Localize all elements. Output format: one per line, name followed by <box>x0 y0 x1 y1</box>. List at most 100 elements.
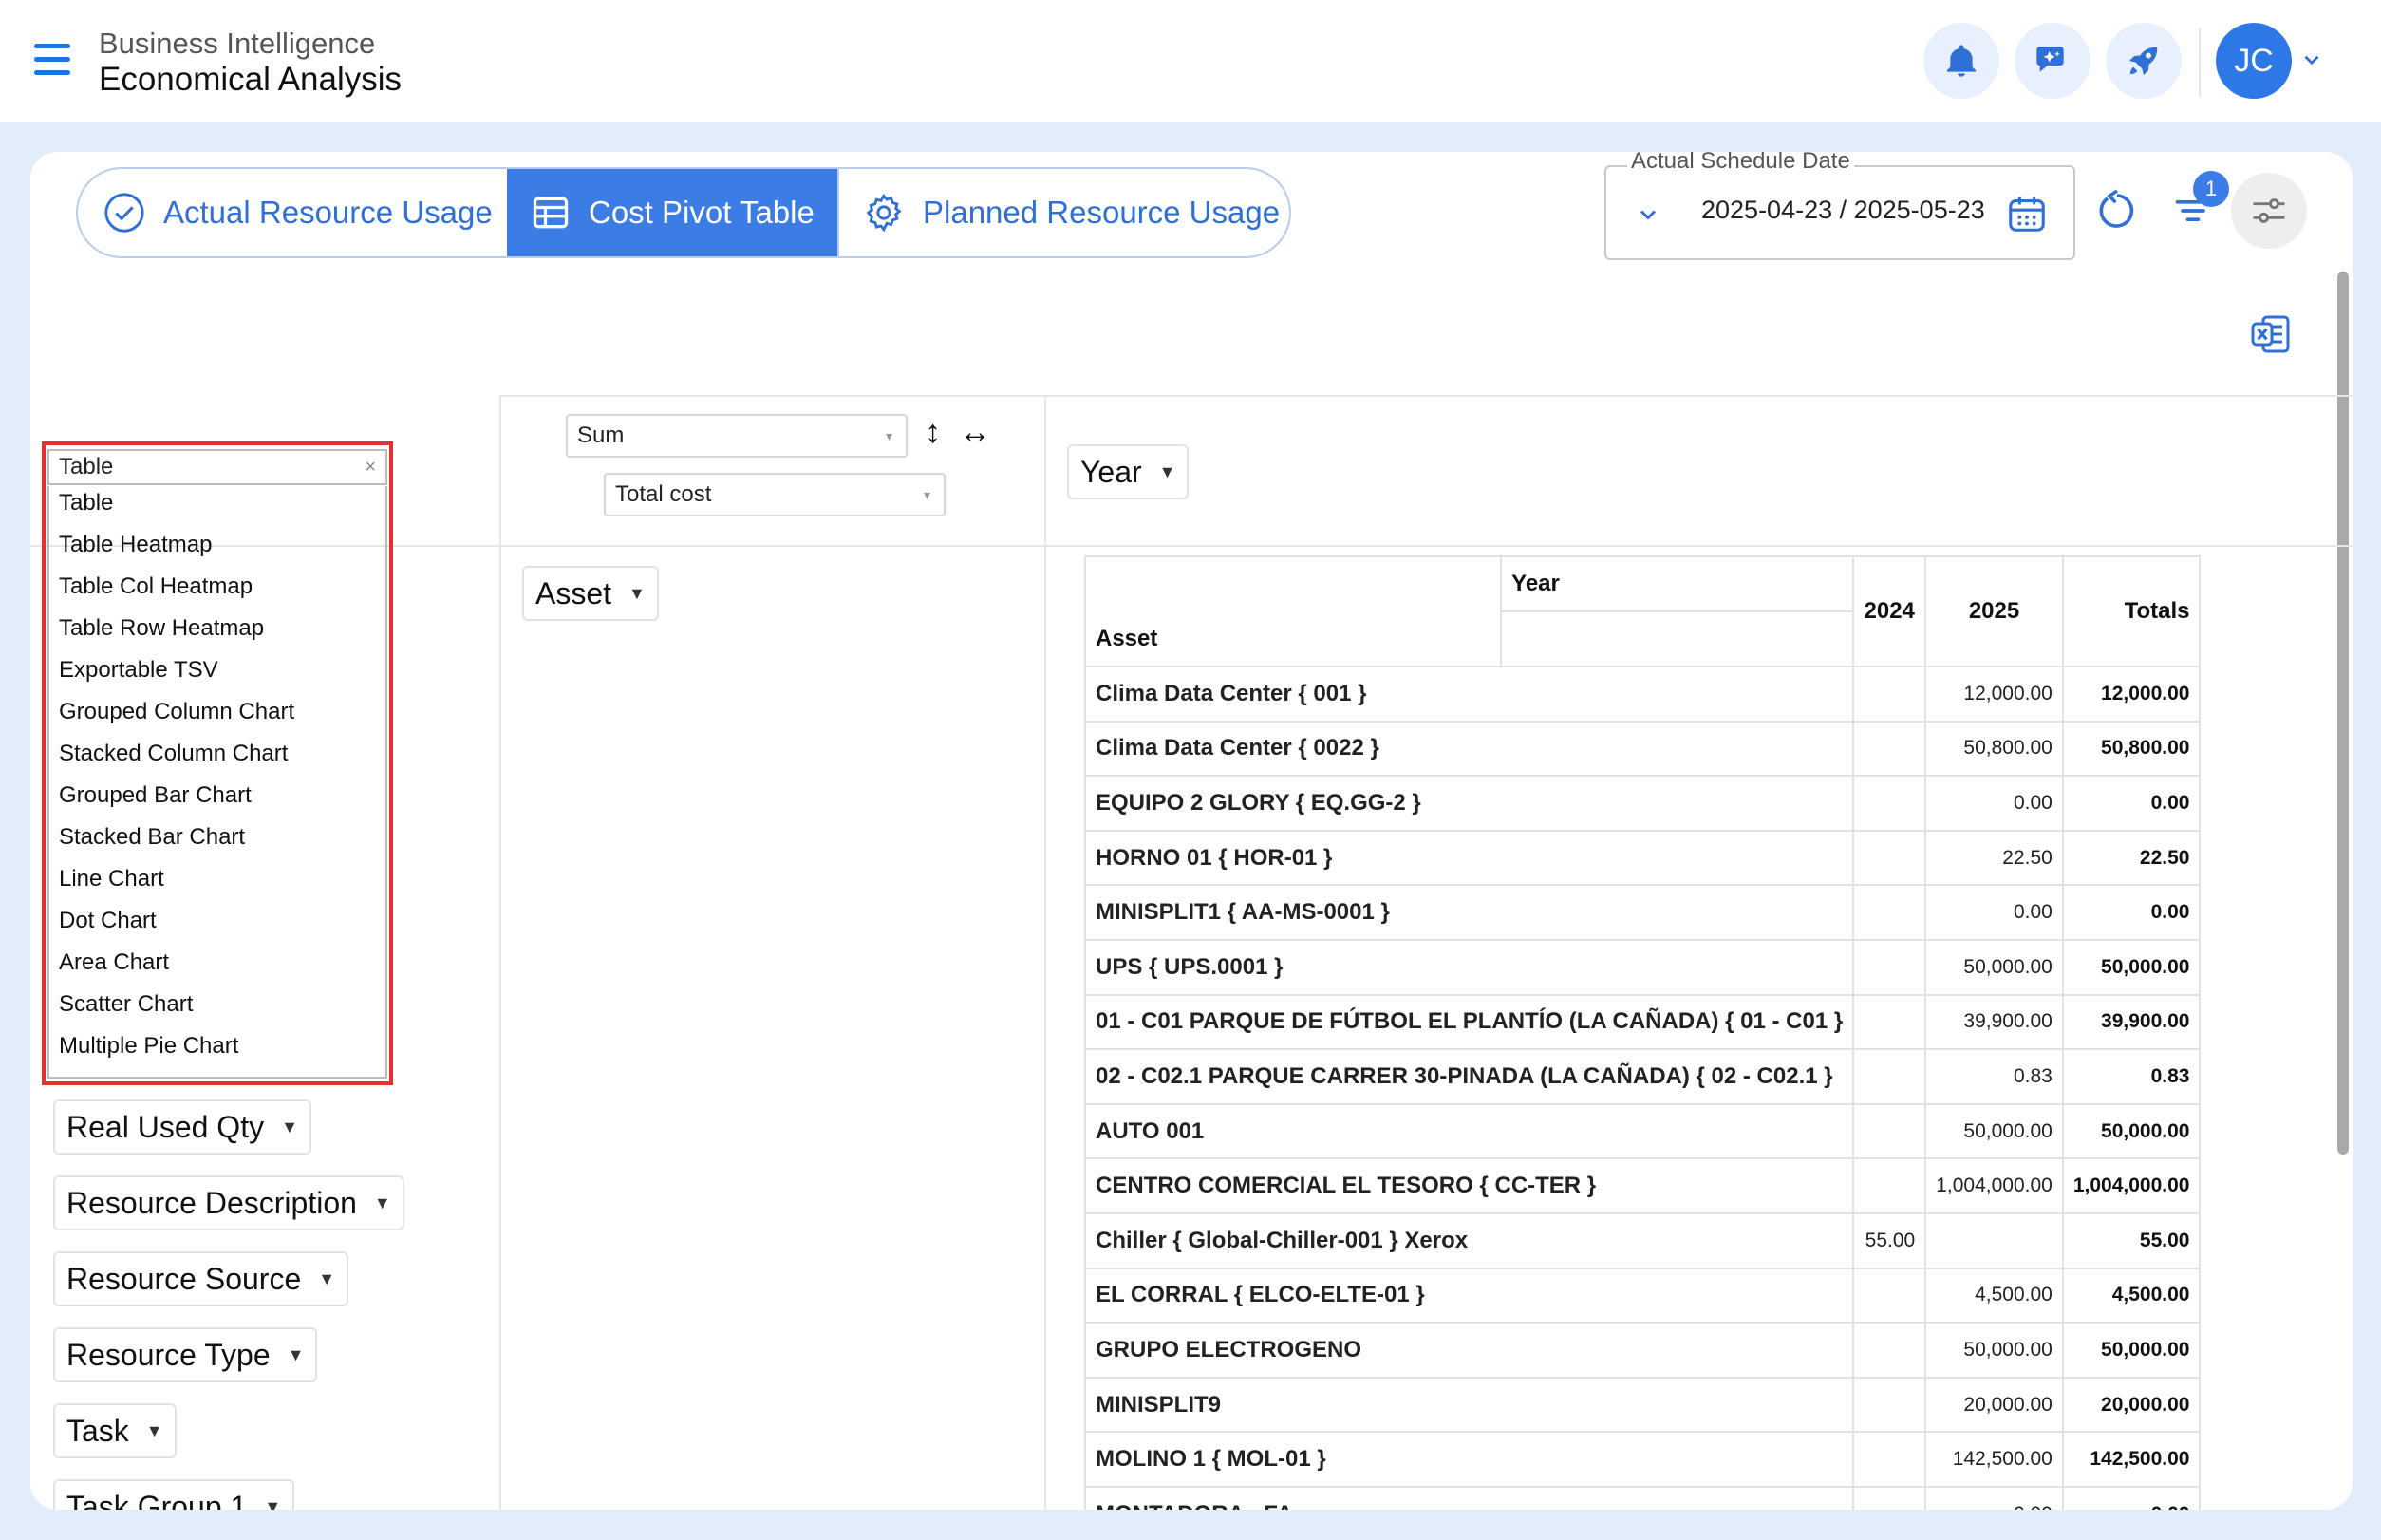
toolbar-divider <box>2199 28 2201 97</box>
row-attribute-asset[interactable]: Asset ▼ <box>522 566 659 621</box>
row-label: Clima Data Center { 0022 } <box>1083 720 1855 778</box>
cell-total: 142,500.00 <box>2061 1431 2202 1488</box>
avatar[interactable]: JC <box>2216 23 2292 99</box>
cell-2025: 39,900.00 <box>1924 993 2064 1051</box>
table-row: 01 - C01 PARQUE DE FÚTBOL EL PLANTÍO (LA… <box>1083 993 2202 1051</box>
col-attribute-year[interactable]: Year ▼ <box>1067 444 1190 499</box>
attribute-task-group-1[interactable]: Task Group 1 ▼ <box>53 1479 295 1511</box>
cell-total: 0.83 <box>2061 1048 2202 1105</box>
quick-launch-button[interactable] <box>2106 23 2182 99</box>
cell-total: 55.00 <box>2061 1211 2202 1269</box>
pivot-left-divider <box>499 395 501 1510</box>
renderer-option[interactable]: Grouped Column Chart <box>59 699 294 725</box>
renderer-select[interactable]: Table × <box>47 449 387 485</box>
filter-triangle-icon[interactable]: ▼ <box>146 1421 163 1441</box>
refresh-icon[interactable] <box>2094 188 2140 234</box>
aggregator-select[interactable]: Sum ▾ <box>566 414 908 458</box>
renderer-option[interactable]: Table Row Heatmap <box>59 615 264 642</box>
table-row: MINISPLIT9 20,000.00 20,000.00 <box>1083 1376 2202 1434</box>
renderer-option[interactable]: Table Heatmap <box>59 532 212 558</box>
rocket-icon <box>2129 47 2158 75</box>
filter-triangle-icon[interactable]: ▼ <box>628 584 646 604</box>
filter-triangle-icon[interactable]: ▼ <box>374 1193 391 1213</box>
aggregator-value: Sum <box>577 423 625 448</box>
page-title: Economical Analysis <box>99 61 403 98</box>
tab-actual-resource-usage[interactable]: Actual Resource Usage <box>78 169 507 256</box>
cell-2025: 12,000.00 <box>1924 666 2064 723</box>
renderer-option[interactable]: Table Col Heatmap <box>59 573 253 600</box>
notifications-button[interactable] <box>1923 23 1999 99</box>
pill-label: Task <box>66 1413 129 1448</box>
ai-chat-button[interactable] <box>2015 23 2090 99</box>
table-row: HORNO 01 { HOR-01 } 22.50 22.50 <box>1083 829 2202 887</box>
cell-total: 50,800.00 <box>2061 720 2202 778</box>
row-label: MOLINO 1 { MOL-01 } <box>1083 1431 1855 1488</box>
col-order-icon[interactable]: ↔ <box>959 414 991 451</box>
cell-2024 <box>1852 775 1927 832</box>
renderer-option[interactable]: Multiple Pie Chart <box>59 1033 238 1060</box>
empty-header-cell <box>1500 610 1855 667</box>
renderer-option[interactable]: Exportable TSV <box>59 657 218 684</box>
attribute-real-used-qty[interactable]: Real Used Qty ▼ <box>53 1099 311 1155</box>
dropdown-arrow-icon: ▾ <box>885 428 892 443</box>
renderer-option[interactable]: Scatter Chart <box>59 991 193 1018</box>
filter-triangle-icon[interactable]: ▼ <box>288 1345 305 1365</box>
row-label: EQUIPO 2 GLORY { EQ.GG-2 } <box>1083 775 1855 832</box>
pill-label: Resource Source <box>66 1261 302 1296</box>
filter-triangle-icon[interactable]: ▼ <box>281 1117 298 1137</box>
cell-2024 <box>1852 1322 1927 1379</box>
date-range-label: Actual Schedule Date <box>1627 152 1854 175</box>
chevron-down-icon[interactable] <box>2299 47 2324 72</box>
renderer-option[interactable]: Stacked Column Chart <box>59 741 288 767</box>
filter-triangle-icon[interactable]: ▼ <box>318 1269 335 1289</box>
vertical-scrollbar[interactable] <box>2337 272 2349 1155</box>
cell-2024 <box>1852 1376 1927 1434</box>
pill-label: Real Used Qty <box>66 1109 265 1144</box>
chevron-down-icon[interactable] <box>1635 201 1661 228</box>
filter-triangle-icon[interactable]: ▼ <box>264 1497 281 1511</box>
renderer-selected-value: Table <box>59 454 114 479</box>
view-tabs: Actual Resource Usage Cost Pivot Table P… <box>76 167 1291 258</box>
pill-label: Year <box>1080 454 1142 489</box>
col-header-2025: 2025 <box>1924 555 2064 667</box>
row-label: MINISPLIT1 { AA-MS-0001 } <box>1083 884 1855 941</box>
row-label: CENTRO COMERCIAL EL TESORO { CC-TER } <box>1083 1157 1855 1214</box>
renderer-option[interactable]: Line Chart <box>59 866 164 892</box>
aggregator-attribute-select[interactable]: Total cost ▾ <box>604 473 946 516</box>
cell-2024: 55.00 <box>1852 1211 1927 1269</box>
tab-cost-pivot-table[interactable]: Cost Pivot Table <box>507 169 837 256</box>
excel-export-icon[interactable] <box>2248 311 2294 357</box>
row-order-icon[interactable]: ↕ <box>925 414 941 451</box>
renderer-option[interactable]: Area Chart <box>59 949 169 976</box>
table-row: Clima Data Center { 0022 } 50,800.00 50,… <box>1083 720 2202 778</box>
attribute-task[interactable]: Task ▼ <box>53 1403 177 1458</box>
filter-triangle-icon[interactable]: ▼ <box>1159 462 1176 482</box>
renderer-option[interactable]: Table <box>59 490 113 516</box>
tab-planned-resource-usage[interactable]: Planned Resource Usage <box>839 169 1285 256</box>
cell-2025: 0.00 <box>1924 884 2064 941</box>
cell-2025: 142,500.00 <box>1924 1431 2064 1488</box>
row-label: HORNO 01 { HOR-01 } <box>1083 829 1855 887</box>
calendar-icon[interactable] <box>2005 192 2049 235</box>
menu-icon[interactable] <box>34 44 72 76</box>
attribute-resource-type[interactable]: Resource Type ▼ <box>53 1327 318 1382</box>
empty-header-cell <box>1083 555 1502 611</box>
clear-icon[interactable]: × <box>365 451 376 483</box>
cell-total: 0.00 <box>2061 775 2202 832</box>
cell-2025: 50,000.00 <box>1924 1102 2064 1160</box>
tab-label: Actual Resource Usage <box>163 195 493 230</box>
cell-2024 <box>1852 1267 1927 1324</box>
table-row: UPS { UPS.0001 } 50,000.00 50,000.00 <box>1083 938 2202 996</box>
renderer-option[interactable]: Stacked Bar Chart <box>59 824 245 851</box>
cell-2025: 50,800.00 <box>1924 720 2064 778</box>
settings-button[interactable] <box>2231 173 2307 249</box>
gear-icon <box>866 193 902 233</box>
renderer-option[interactable]: Grouped Bar Chart <box>59 782 252 809</box>
cell-2024 <box>1852 993 1927 1051</box>
renderer-option[interactable]: Dot Chart <box>59 908 157 934</box>
cell-total: 50,000.00 <box>2061 1322 2202 1379</box>
main-card: Actual Resource Usage Cost Pivot Table P… <box>30 152 2353 1510</box>
table-row: EQUIPO 2 GLORY { EQ.GG-2 } 0.00 0.00 <box>1083 775 2202 832</box>
attribute-resource-description[interactable]: Resource Description ▼ <box>53 1175 404 1230</box>
attribute-resource-source[interactable]: Resource Source ▼ <box>53 1251 349 1306</box>
